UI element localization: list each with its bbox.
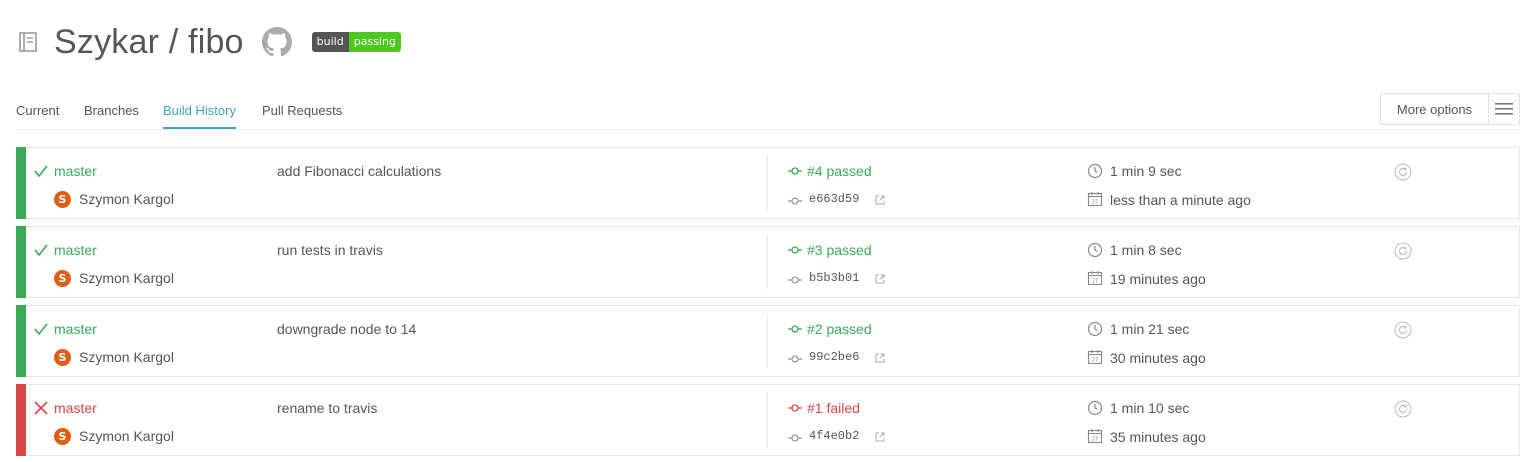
clock-icon: [1087, 400, 1103, 416]
svg-text:27: 27: [1092, 279, 1098, 285]
clock-icon: [1087, 321, 1103, 337]
build-status-bar: [16, 384, 26, 456]
build-number[interactable]: #3 passed: [807, 242, 872, 258]
build-row[interactable]: master S Szymon Kargol downgrade node to…: [16, 305, 1520, 377]
build-finished-time: 30 minutes ago: [1110, 350, 1206, 366]
build-branch[interactable]: master: [54, 321, 97, 337]
restart-build-icon[interactable]: [1394, 321, 1412, 339]
build-finished-time: less than a minute ago: [1110, 192, 1251, 208]
build-branch[interactable]: master: [54, 242, 97, 258]
commit-message: downgrade node to 14: [277, 321, 417, 337]
more-options-button[interactable]: More options: [1380, 93, 1520, 125]
build-number[interactable]: #2 passed: [807, 321, 872, 337]
external-link-icon[interactable]: [875, 195, 885, 205]
check-icon: [34, 323, 48, 336]
build-row[interactable]: master S Szymon Kargol add Fibonacci cal…: [16, 147, 1520, 219]
build-author: Szymon Kargol: [79, 428, 174, 444]
restart-build-icon[interactable]: [1394, 163, 1412, 181]
tab-build-history[interactable]: Build History: [163, 103, 236, 129]
external-link-icon[interactable]: [875, 432, 885, 442]
author-avatar: S: [54, 270, 71, 287]
commit-sha[interactable]: 4f4e0b2: [809, 429, 859, 443]
build-author: Szymon Kargol: [79, 349, 174, 365]
author-avatar: S: [54, 428, 71, 445]
author-avatar: S: [54, 349, 71, 366]
build-finished-time: 35 minutes ago: [1110, 429, 1206, 445]
build-status-badge[interactable]: build passing: [311, 32, 401, 52]
clock-icon: [1087, 163, 1103, 179]
calendar-icon: 27: [1087, 192, 1103, 207]
row-divider: [767, 235, 768, 289]
build-duration: 1 min 9 sec: [1110, 163, 1182, 179]
build-number[interactable]: #1 failed: [807, 400, 860, 416]
build-number[interactable]: #4 passed: [807, 163, 872, 179]
commit-sha[interactable]: e663d59: [809, 192, 859, 206]
cross-icon: [34, 401, 48, 415]
build-status-bar: [16, 226, 26, 298]
check-icon: [34, 165, 48, 178]
restart-build-icon[interactable]: [1394, 242, 1412, 260]
commit-message: run tests in travis: [277, 242, 383, 258]
restart-build-icon[interactable]: [1394, 400, 1412, 418]
build-duration: 1 min 10 sec: [1110, 400, 1190, 416]
repo-title[interactable]: Szykar / fibo: [54, 23, 244, 62]
commit-message: rename to travis: [277, 400, 378, 416]
commit-sha[interactable]: b5b3b01: [809, 271, 859, 285]
row-divider: [767, 393, 768, 447]
svg-text:27: 27: [1092, 358, 1098, 364]
commit-message: add Fibonacci calculations: [277, 163, 442, 179]
build-duration: 1 min 8 sec: [1110, 242, 1182, 258]
badge-status: passing: [348, 32, 401, 52]
build-status-bar: [16, 147, 26, 219]
external-link-icon[interactable]: [875, 353, 885, 363]
build-finished-time: 19 minutes ago: [1110, 271, 1206, 287]
build-author: Szymon Kargol: [79, 270, 174, 286]
tab-current[interactable]: Current: [16, 103, 59, 118]
more-options-label: More options: [1396, 101, 1473, 117]
build-duration: 1 min 21 sec: [1110, 321, 1190, 337]
calendar-icon: 27: [1087, 271, 1103, 286]
build-row[interactable]: master S Szymon Kargol run tests in trav…: [16, 226, 1520, 298]
github-icon[interactable]: [261, 27, 292, 57]
external-link-icon[interactable]: [875, 274, 885, 284]
badge-label: build: [311, 32, 349, 52]
row-divider: [767, 314, 768, 368]
repo-tabs: Current Branches Build History Pull Requ…: [16, 96, 1520, 130]
calendar-icon: 27: [1087, 429, 1103, 444]
build-branch[interactable]: master: [54, 400, 97, 416]
clock-icon: [1087, 242, 1103, 258]
svg-text:27: 27: [1092, 437, 1098, 443]
check-icon: [34, 244, 48, 257]
repo-header: Szykar / fibo build passing: [16, 22, 401, 62]
repo-book-icon: [19, 32, 37, 52]
commit-sha[interactable]: 99c2be6: [809, 350, 859, 364]
build-status-bar: [16, 305, 26, 377]
svg-text:27: 27: [1092, 200, 1098, 206]
build-row[interactable]: master S Szymon Kargol rename to travis …: [16, 384, 1520, 456]
hamburger-icon: [1488, 94, 1519, 124]
row-divider: [767, 156, 768, 210]
tab-branches[interactable]: Branches: [84, 103, 139, 118]
build-branch[interactable]: master: [54, 163, 97, 179]
author-avatar: S: [54, 191, 71, 208]
calendar-icon: 27: [1087, 350, 1103, 365]
tab-pull-requests[interactable]: Pull Requests: [262, 103, 342, 118]
build-author: Szymon Kargol: [79, 191, 174, 207]
